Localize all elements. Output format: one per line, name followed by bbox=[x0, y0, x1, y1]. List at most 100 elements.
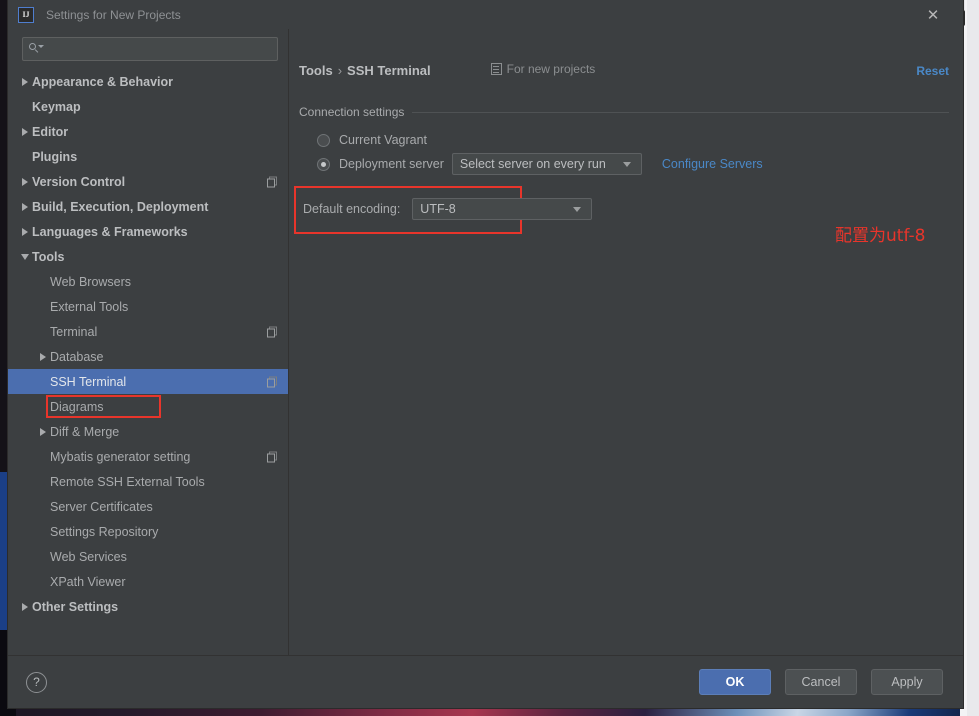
reset-link[interactable]: Reset bbox=[916, 64, 949, 78]
connection-settings-group-title: Connection settings bbox=[299, 105, 405, 119]
chevron-right-icon[interactable] bbox=[18, 177, 32, 186]
sidebar-item-external-tools[interactable]: External Tools bbox=[8, 294, 288, 319]
radio-current-vagrant[interactable] bbox=[317, 133, 330, 147]
scope-marker: For new projects bbox=[490, 62, 596, 76]
background-window-edge-right bbox=[967, 0, 979, 716]
sidebar-item-ssh-terminal[interactable]: SSH Terminal bbox=[8, 369, 288, 394]
search-icon bbox=[29, 42, 44, 56]
dialog-footer: ? OK Cancel Apply bbox=[8, 655, 963, 708]
chevron-down-icon[interactable] bbox=[18, 253, 32, 260]
default-encoding-row: Default encoding: UTF-8 bbox=[303, 198, 593, 220]
sidebar-item-languages-frameworks[interactable]: Languages & Frameworks bbox=[8, 219, 288, 244]
default-encoding-dropdown[interactable]: UTF-8 bbox=[412, 198, 593, 220]
search-container bbox=[8, 29, 288, 67]
chevron-down-icon bbox=[573, 206, 582, 212]
sidebar-item-appearance-behavior[interactable]: Appearance & Behavior bbox=[8, 69, 288, 94]
search-input[interactable] bbox=[46, 41, 272, 57]
connection-options: Current Vagrant Deployment server Select… bbox=[299, 128, 949, 176]
scope-document-icon bbox=[490, 63, 502, 75]
sidebar-item-settings-repository[interactable]: Settings Repository bbox=[8, 519, 288, 544]
settings-tree: Appearance & Behavior Keymap Editor Plugins… bbox=[8, 67, 288, 655]
scope-marker-label: For new projects bbox=[506, 62, 596, 76]
sidebar-item-label: Settings Repository bbox=[50, 524, 159, 539]
settings-sidebar: Appearance & Behavior Keymap Editor Plugins… bbox=[8, 29, 289, 655]
background-window-edge-left bbox=[0, 472, 8, 630]
apply-button[interactable]: Apply bbox=[871, 669, 943, 695]
sidebar-item-label: Server Certificates bbox=[50, 499, 153, 514]
radio-deployment-server[interactable] bbox=[317, 157, 330, 171]
chevron-right-icon[interactable] bbox=[18, 127, 32, 136]
sidebar-item-label: Languages & Frameworks bbox=[32, 224, 188, 239]
sidebar-item-web-browsers[interactable]: Web Browsers bbox=[8, 269, 288, 294]
settings-dialog: IJ Settings for New Projects ✕ Appearanc… bbox=[8, 0, 963, 708]
sidebar-item-label: Web Browsers bbox=[50, 274, 132, 289]
breadcrumb-separator: › bbox=[337, 63, 343, 78]
copy-settings-icon[interactable] bbox=[267, 451, 278, 462]
search-box[interactable] bbox=[22, 37, 278, 61]
server-select-dropdown[interactable]: Select server on every run bbox=[451, 153, 642, 175]
sidebar-item-label: Remote SSH External Tools bbox=[50, 474, 205, 489]
radio-current-vagrant-label[interactable]: Current Vagrant bbox=[339, 133, 427, 147]
settings-content-pane: Tools › SSH Terminal For new projects Rese… bbox=[289, 29, 963, 655]
dialog-title: Settings for New Projects bbox=[46, 7, 181, 22]
sidebar-item-label: Version Control bbox=[32, 174, 126, 189]
sidebar-item-database[interactable]: Database bbox=[8, 344, 288, 369]
sidebar-item-xpath-viewer[interactable]: XPath Viewer bbox=[8, 569, 288, 594]
chevron-right-icon[interactable] bbox=[18, 77, 32, 86]
sidebar-item-server-certificates[interactable]: Server Certificates bbox=[8, 494, 288, 519]
sidebar-item-label: Terminal bbox=[50, 324, 98, 339]
cancel-button[interactable]: Cancel bbox=[785, 669, 857, 695]
sidebar-item-label: SSH Terminal bbox=[50, 374, 127, 389]
configure-servers-link[interactable]: Configure Servers bbox=[662, 157, 763, 171]
sidebar-item-build-execution-deployment[interactable]: Build, Execution, Deployment bbox=[8, 194, 288, 219]
default-encoding-label: Default encoding: bbox=[303, 202, 401, 216]
sidebar-item-plugins[interactable]: Plugins bbox=[8, 144, 288, 169]
sidebar-item-diagrams[interactable]: Diagrams bbox=[8, 394, 288, 419]
sidebar-item-remote-ssh-external-tools[interactable]: Remote SSH External Tools bbox=[8, 469, 288, 494]
copy-settings-icon[interactable] bbox=[267, 376, 278, 387]
breadcrumb-parent[interactable]: Tools bbox=[299, 63, 333, 78]
sidebar-item-editor[interactable]: Editor bbox=[8, 119, 288, 144]
sidebar-item-label: Diagrams bbox=[50, 399, 104, 414]
chevron-right-icon[interactable] bbox=[18, 202, 32, 211]
sidebar-item-label: Web Services bbox=[50, 549, 127, 564]
sidebar-item-version-control[interactable]: Version Control bbox=[8, 169, 288, 194]
sidebar-item-label: Other Settings bbox=[32, 599, 119, 614]
radio-deployment-server-label[interactable]: Deployment server bbox=[339, 157, 444, 171]
help-button[interactable]: ? bbox=[26, 671, 47, 693]
dialog-titlebar: IJ Settings for New Projects ✕ bbox=[8, 0, 963, 29]
sidebar-item-label: Keymap bbox=[32, 99, 81, 114]
close-icon[interactable]: ✕ bbox=[913, 0, 953, 29]
sidebar-item-label: Editor bbox=[32, 124, 69, 139]
chevron-right-icon[interactable] bbox=[36, 427, 50, 436]
sidebar-item-web-services[interactable]: Web Services bbox=[8, 544, 288, 569]
default-encoding-value: UTF-8 bbox=[420, 202, 456, 216]
copy-settings-icon[interactable] bbox=[267, 326, 278, 337]
sidebar-item-label: XPath Viewer bbox=[50, 574, 126, 589]
option-current-vagrant[interactable]: Current Vagrant bbox=[317, 128, 949, 152]
chevron-right-icon[interactable] bbox=[36, 352, 50, 361]
sidebar-item-label: Mybatis generator setting bbox=[50, 449, 191, 464]
sidebar-item-label: Plugins bbox=[32, 149, 78, 164]
sidebar-item-label: Build, Execution, Deployment bbox=[32, 199, 209, 214]
sidebar-item-terminal[interactable]: Terminal bbox=[8, 319, 288, 344]
sidebar-item-label: Appearance & Behavior bbox=[32, 74, 174, 89]
sidebar-item-other-settings[interactable]: Other Settings bbox=[8, 594, 288, 619]
sidebar-item-tools[interactable]: Tools bbox=[8, 244, 288, 269]
sidebar-item-label: Tools bbox=[32, 249, 65, 264]
breadcrumb: Tools › SSH Terminal bbox=[299, 63, 431, 78]
chinese-annotation-text: 配置为utf-8 bbox=[835, 226, 926, 246]
server-select-value: Select server on every run bbox=[459, 157, 606, 171]
sidebar-item-diff-merge[interactable]: Diff & Merge bbox=[8, 419, 288, 444]
chevron-right-icon[interactable] bbox=[18, 602, 32, 611]
sidebar-item-keymap[interactable]: Keymap bbox=[8, 94, 288, 119]
sidebar-item-mybatis-generator-setting[interactable]: Mybatis generator setting bbox=[8, 444, 288, 469]
ok-button[interactable]: OK bbox=[699, 669, 771, 695]
option-deployment-server[interactable]: Deployment server Select server on every… bbox=[317, 152, 949, 176]
intellij-idea-logo-icon: IJ bbox=[18, 6, 34, 23]
copy-settings-icon[interactable] bbox=[267, 176, 278, 187]
chevron-right-icon[interactable] bbox=[18, 227, 32, 236]
chevron-down-icon bbox=[622, 161, 631, 167]
sidebar-item-label: Diff & Merge bbox=[50, 424, 120, 439]
group-divider bbox=[412, 111, 949, 113]
